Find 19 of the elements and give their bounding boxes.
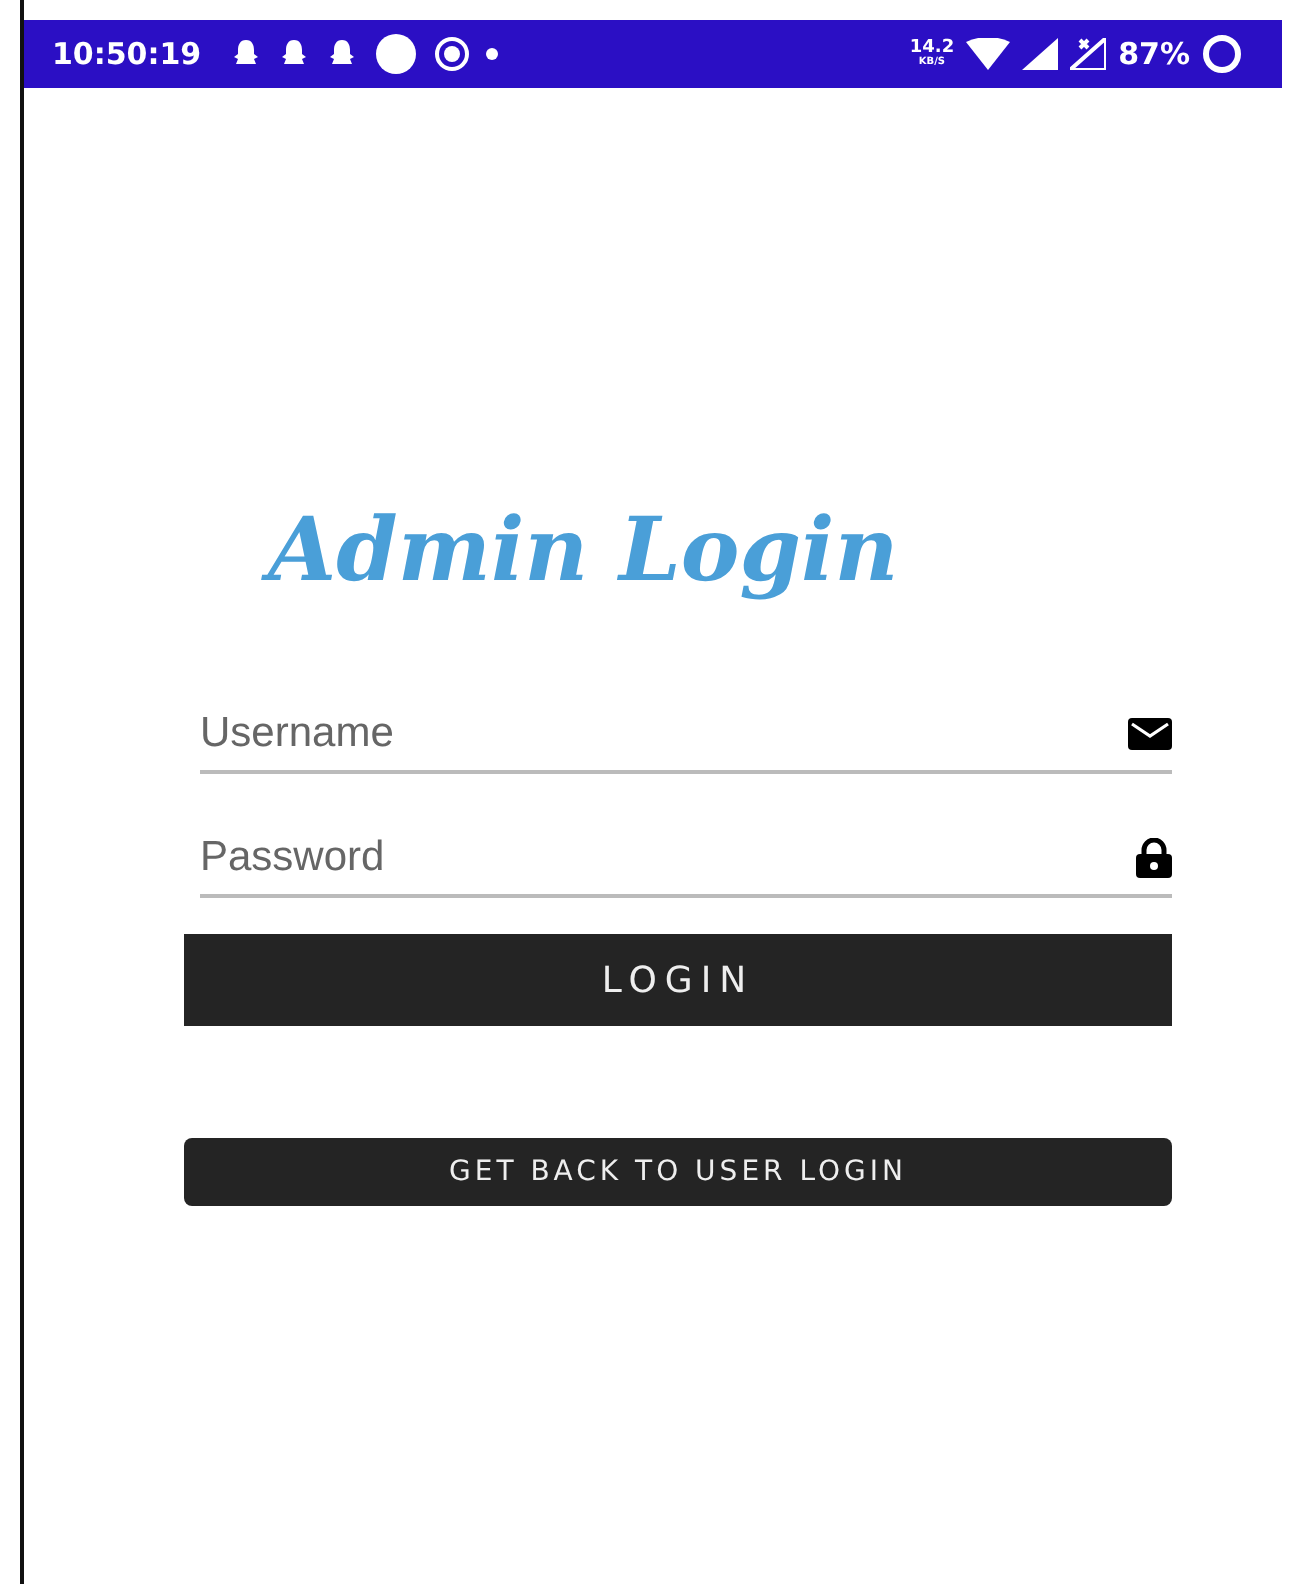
status-time: 10:50:19 bbox=[52, 36, 202, 72]
circle-icon bbox=[373, 32, 418, 76]
battery-ring-icon bbox=[1202, 34, 1242, 74]
dot-icon bbox=[485, 48, 498, 60]
battery-percent: 87% bbox=[1118, 36, 1190, 72]
back-to-user-login-button[interactable]: GET BACK TO USER LOGIN bbox=[184, 1138, 1172, 1206]
input-field[interactable]: Username bbox=[200, 702, 1128, 766]
login-button[interactable]: LOGIN bbox=[184, 934, 1172, 1026]
input-field[interactable]: Password bbox=[200, 826, 1136, 890]
signal-x-icon bbox=[1070, 38, 1107, 70]
lock-icon bbox=[1136, 838, 1172, 878]
envelope-icon bbox=[1128, 718, 1172, 750]
ghost-icon bbox=[325, 38, 358, 70]
ghost-icon bbox=[229, 38, 262, 70]
speed-value: 14.2 bbox=[909, 40, 955, 58]
ghost-icon bbox=[277, 38, 310, 70]
radio-icon bbox=[433, 36, 470, 72]
wifi-icon bbox=[966, 38, 1011, 70]
signal-icon bbox=[1022, 38, 1059, 70]
